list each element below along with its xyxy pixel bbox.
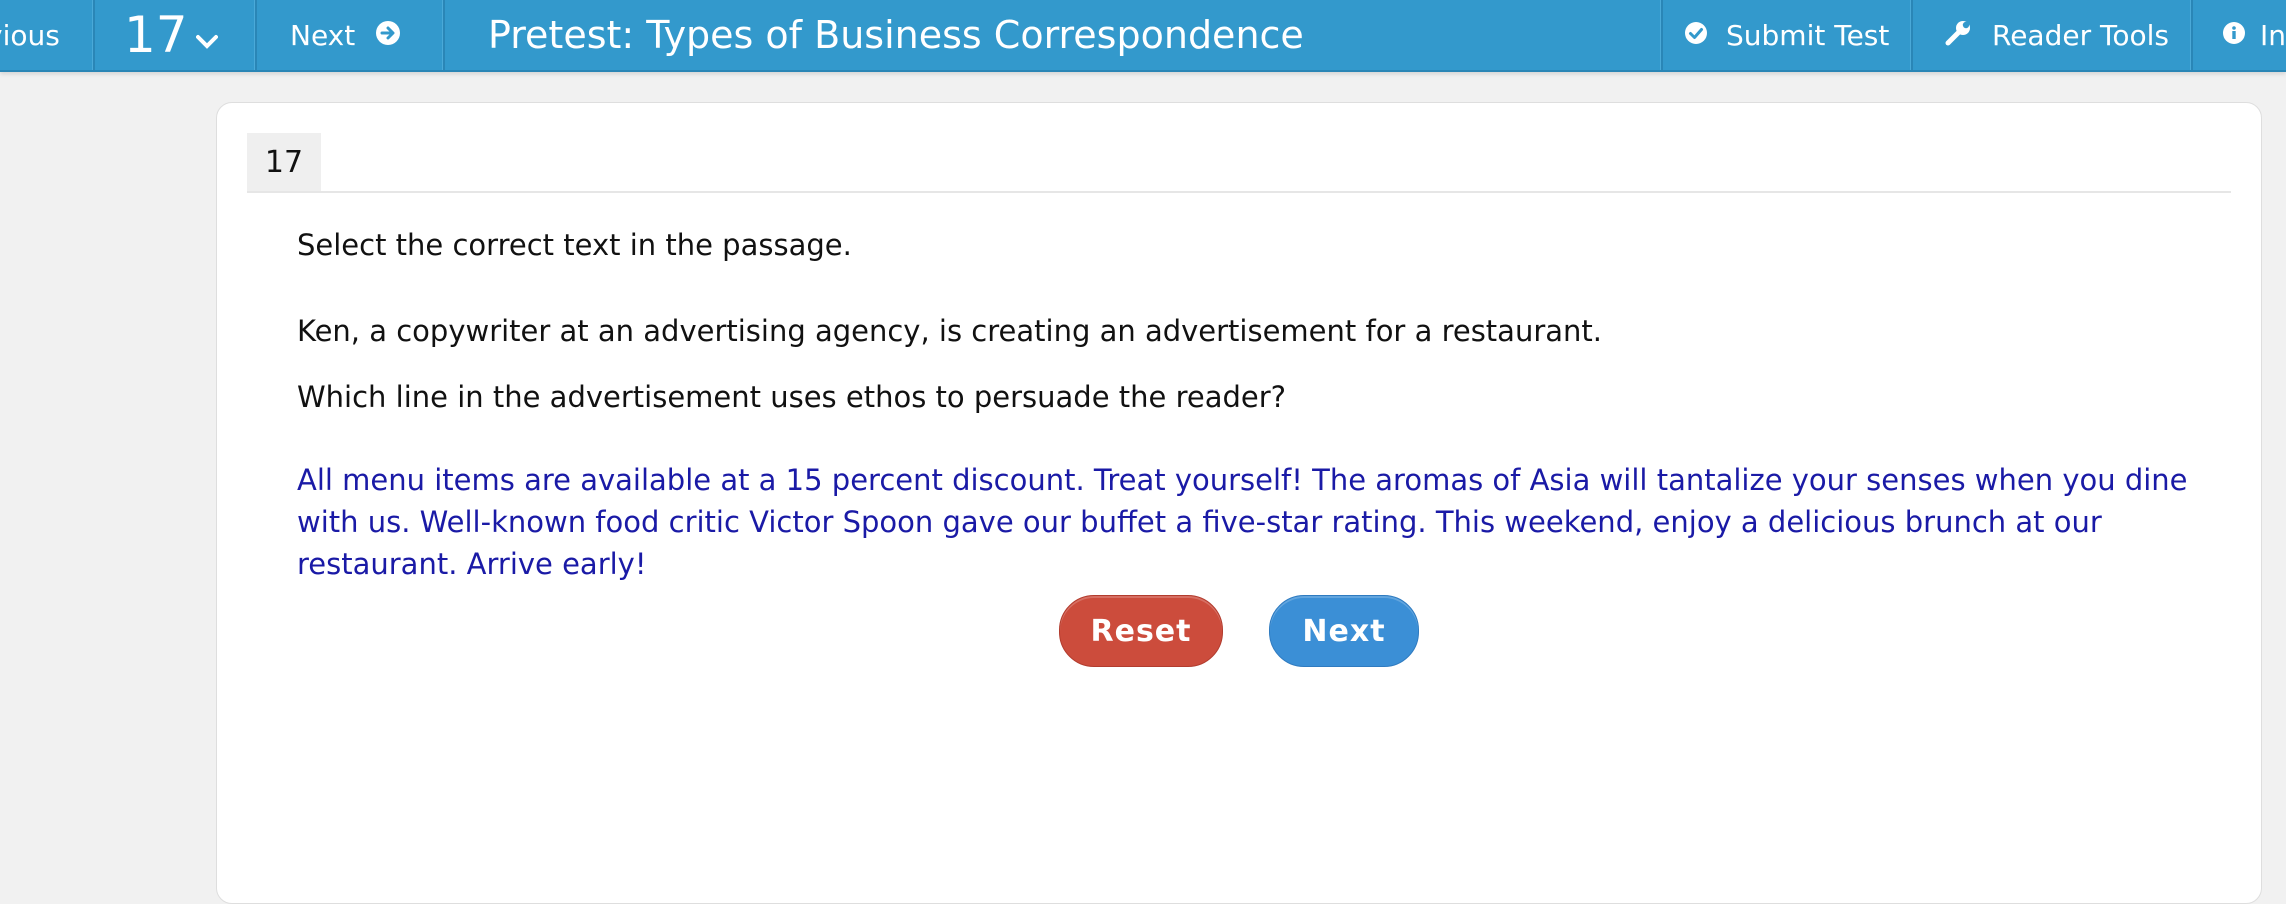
next-question-label: Next (290, 18, 356, 52)
instruction-text: Select the correct text in the passage. (297, 228, 852, 262)
next-question-button[interactable]: Next (262, 0, 442, 70)
passage-sentence[interactable]: Arrive early! (457, 547, 647, 581)
divider (247, 191, 2231, 193)
passage-sentence[interactable]: All menu items are available at a 15 per… (297, 463, 1085, 497)
passage-sentence[interactable]: Treat yourself! (1085, 463, 1303, 497)
toolbar-divider (1910, 0, 1913, 70)
check-circle-icon (1684, 21, 1708, 49)
reader-tools-label: Reader Tools (1992, 18, 2169, 52)
test-title-text: Pretest: Types of Business Correspondenc… (488, 13, 1304, 57)
reader-tools-button[interactable]: Reader Tools (1920, 0, 2188, 70)
test-title: Pretest: Types of Business Correspondenc… (444, 0, 1644, 70)
question-prompt: Which line in the advertisement uses eth… (297, 380, 1287, 414)
toolbar-divider (254, 0, 257, 70)
context-text: Ken, a copywriter at an advertising agen… (297, 314, 1602, 348)
previous-label: vious (0, 18, 60, 52)
passage-sentence[interactable]: Well-known food critic Victor Spoon gave… (410, 505, 1427, 539)
question-card: 17 Select the correct text in the passag… (216, 102, 2262, 904)
toolbar-divider (92, 0, 95, 70)
wrench-icon (1944, 19, 1972, 51)
submit-test-label: Submit Test (1726, 18, 1890, 52)
arrow-right-circle-icon (375, 20, 401, 50)
reset-button[interactable]: Reset (1059, 595, 1223, 667)
toolbar-divider (2190, 0, 2193, 70)
submit-test-button[interactable]: Submit Test (1662, 0, 1902, 70)
question-number-dropdown[interactable]: 17 (100, 0, 250, 70)
question-number-tab: 17 (247, 133, 321, 191)
selectable-passage: All menu items are available at a 15 per… (297, 459, 2197, 585)
previous-button[interactable]: vious (0, 0, 90, 70)
info-label: In (2260, 18, 2286, 52)
question-number-label: 17 (124, 6, 188, 64)
top-toolbar: vious 17 Next Pretest: Types of Business… (0, 0, 2286, 72)
next-button[interactable]: Next (1269, 595, 1419, 667)
chevron-down-icon (195, 34, 218, 54)
info-icon (2222, 21, 2246, 49)
info-button[interactable]: In (2198, 0, 2286, 70)
